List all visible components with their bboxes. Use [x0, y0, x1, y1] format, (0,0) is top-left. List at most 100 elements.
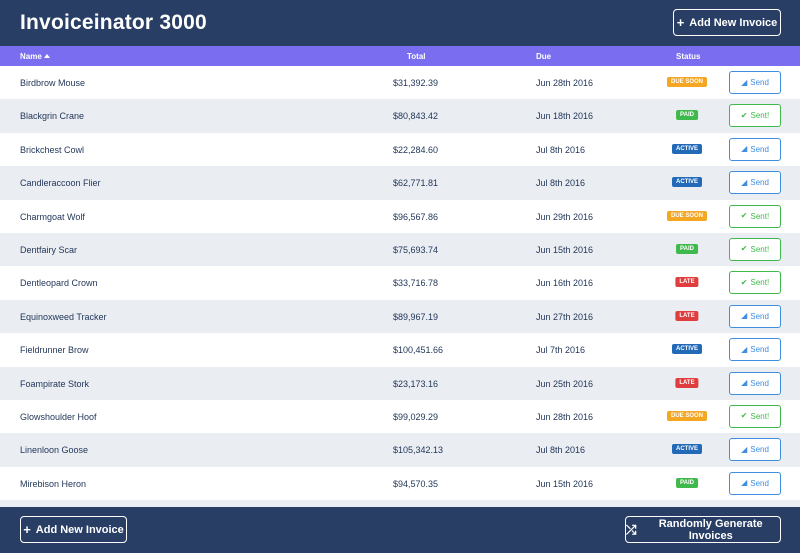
- invoice-name: Linenloon Goose: [20, 445, 89, 456]
- invoice-total: $22,284.60: [393, 144, 439, 155]
- send-label: Send: [750, 311, 769, 321]
- send-button[interactable]: ◢ Send: [729, 137, 781, 161]
- status-badge: LATE: [675, 377, 699, 388]
- checkmark-icon: ✔: [740, 411, 748, 421]
- invoice-name: Birdbrow Mouse: [20, 78, 86, 88]
- paper-plane-icon: ◢: [741, 311, 748, 321]
- invoice-total: $33,716.78: [393, 278, 439, 289]
- send-button[interactable]: ◢ Send: [729, 338, 781, 362]
- table-row: Equinoxweed Tracker $89,967.19 Jun 27th 20…: [0, 299, 800, 334]
- table-row: Charmgoat Wolf $96,567.86 Jun 29th 2016 DUE…: [0, 199, 800, 233]
- invoice-name: Blackgrin Crane: [20, 111, 85, 122]
- app-footer: + Add New Invoice ⤮ Randomly Generate In…: [0, 507, 800, 553]
- invoice-due-date: Jul 8th 2016: [536, 144, 586, 155]
- app-title: Invoiceinator 3000: [20, 11, 207, 34]
- table-row: Fieldrunner Brow $100,451.66 Jul 7th 2016 A…: [0, 333, 800, 367]
- sent-button[interactable]: ✔ Sent!: [729, 104, 781, 128]
- send-label: Send: [750, 445, 769, 455]
- table-row: Birdbrow Mouse $31,392.39 Jun 28th 2016 DUE…: [0, 66, 800, 100]
- add-new-invoice-button[interactable]: + Add New Invoice: [673, 9, 781, 36]
- table-row: Linenloon Goose $105,342.13 Jul 8th 2016 AC…: [0, 433, 800, 467]
- randomly-generate-invoices-button[interactable]: ⤮ Randomly Generate Invoices: [625, 516, 781, 543]
- sent-label: Sent!: [750, 278, 770, 288]
- shuffle-icon: ⤮: [626, 522, 637, 537]
- invoice-table-body: Birdbrow Mouse $31,392.39 Jun 28th 2016 DUE…: [0, 66, 800, 507]
- sent-button[interactable]: ✔ Sent!: [729, 237, 781, 261]
- status-badge: PAID: [676, 477, 698, 488]
- sent-button[interactable]: ✔ Sent!: [729, 204, 781, 228]
- send-button[interactable]: ◢ Send: [729, 304, 781, 328]
- send-label: Send: [750, 478, 769, 488]
- status-badge: LATE: [675, 277, 699, 288]
- status-badge: PAID: [676, 243, 698, 254]
- column-header-status[interactable]: Status: [676, 52, 700, 61]
- invoice-total: $99,029.29: [393, 411, 439, 422]
- footer-add-new-invoice-label: Add New Invoice: [35, 523, 124, 536]
- invoice-total: $23,173.16: [393, 378, 439, 389]
- plus-icon: +: [23, 522, 31, 537]
- footer-add-new-invoice-button[interactable]: + Add New Invoice: [20, 516, 127, 543]
- checkmark-icon: ✔: [740, 244, 748, 254]
- table-row: Foampirate Stork $23,173.16 Jun 25th 2016 L…: [0, 366, 800, 400]
- invoice-name: Mirebison Heron: [20, 478, 87, 489]
- column-header-due[interactable]: Due: [536, 52, 551, 61]
- status-badge: DUE SOON: [666, 77, 708, 87]
- send-label: Send: [750, 78, 769, 87]
- invoice-name: Brickchest Cowl: [20, 144, 85, 155]
- status-badge: DUE SOON: [666, 210, 708, 221]
- sent-button[interactable]: ✔ Sent!: [729, 271, 781, 295]
- send-label: Send: [750, 345, 769, 355]
- send-button[interactable]: ◢ Send: [729, 471, 781, 495]
- status-badge: PAID: [676, 110, 698, 121]
- invoice-due-date: Jul 8th 2016: [536, 445, 586, 456]
- plus-icon: +: [676, 15, 685, 30]
- paper-plane-icon: ◢: [741, 378, 748, 388]
- sent-label: Sent!: [750, 211, 770, 221]
- send-label: Send: [750, 144, 769, 154]
- sent-button[interactable]: ✔ Sent!: [729, 404, 781, 428]
- checkmark-icon: ✔: [740, 211, 748, 221]
- invoice-total: $96,567.86: [393, 211, 439, 222]
- sent-label: Sent!: [750, 244, 770, 254]
- status-badge: ACTIVE: [671, 344, 703, 355]
- invoice-name: Glowshoulder Hoof: [20, 411, 97, 422]
- column-header-total[interactable]: Total: [407, 52, 426, 61]
- invoice-due-date: Jun 29th 2016: [536, 211, 594, 222]
- invoice-name: Fieldrunner Brow: [20, 345, 89, 356]
- send-button[interactable]: ◢ Send: [729, 171, 781, 195]
- invoice-name: Equinoxweed Tracker: [20, 311, 107, 322]
- table-row: Blackgrin Crane $80,843.42 Jun 18th 2016 PA…: [0, 99, 800, 133]
- status-badge: LATE: [675, 310, 699, 321]
- invoice-due-date: Jun 16th 2016: [536, 278, 594, 289]
- sent-label: Sent!: [750, 111, 770, 121]
- invoice-total: $80,843.42: [393, 111, 439, 122]
- add-new-invoice-label: Add New Invoice: [689, 16, 778, 29]
- sort-ascending-icon: [43, 54, 50, 58]
- invoice-due-date: Jun 28th 2016: [536, 411, 594, 422]
- paper-plane-icon: ◢: [741, 478, 748, 488]
- send-button[interactable]: ◢ Send: [729, 371, 781, 395]
- invoice-name: Dentfairy Scar: [20, 244, 78, 255]
- paper-plane-icon: ◢: [741, 444, 748, 454]
- invoice-total: $31,392.39: [393, 78, 439, 88]
- table-row: Candleraccoon Flier $62,771.81 Jul 8th 201…: [0, 166, 800, 200]
- invoice-name: Foampirate Stork: [20, 378, 90, 389]
- invoice-due-date: Jun 15th 2016: [536, 478, 594, 489]
- invoice-due-date: Jun 18th 2016: [536, 111, 594, 122]
- table-row: Dentleopard Crown $33,716.78 Jun 16th 2016…: [0, 266, 800, 300]
- invoice-due-date: Jul 7th 2016: [536, 345, 586, 356]
- invoice-due-date: Jun 15th 2016: [536, 244, 594, 255]
- send-button[interactable]: ◢ Send: [729, 71, 781, 94]
- checkmark-icon: ✔: [740, 277, 748, 287]
- invoice-due-date: Jul 8th 2016: [536, 178, 586, 189]
- invoice-due-date: Jun 28th 2016: [536, 78, 594, 88]
- table-row: Dentfairy Scar $75,693.74 Jun 15th 2016 PAI…: [0, 232, 800, 267]
- status-badge: DUE SOON: [666, 410, 708, 421]
- app-header: Invoiceinator 3000 + Add New Invoice: [0, 0, 800, 46]
- send-label: Send: [750, 178, 769, 188]
- paper-plane-icon: ◢: [741, 177, 748, 187]
- invoice-name: Candleraccoon Flier: [20, 178, 101, 189]
- column-header-name[interactable]: Name: [20, 52, 50, 61]
- send-button[interactable]: ◢ Send: [729, 438, 781, 462]
- paper-plane-icon: ◢: [741, 344, 748, 354]
